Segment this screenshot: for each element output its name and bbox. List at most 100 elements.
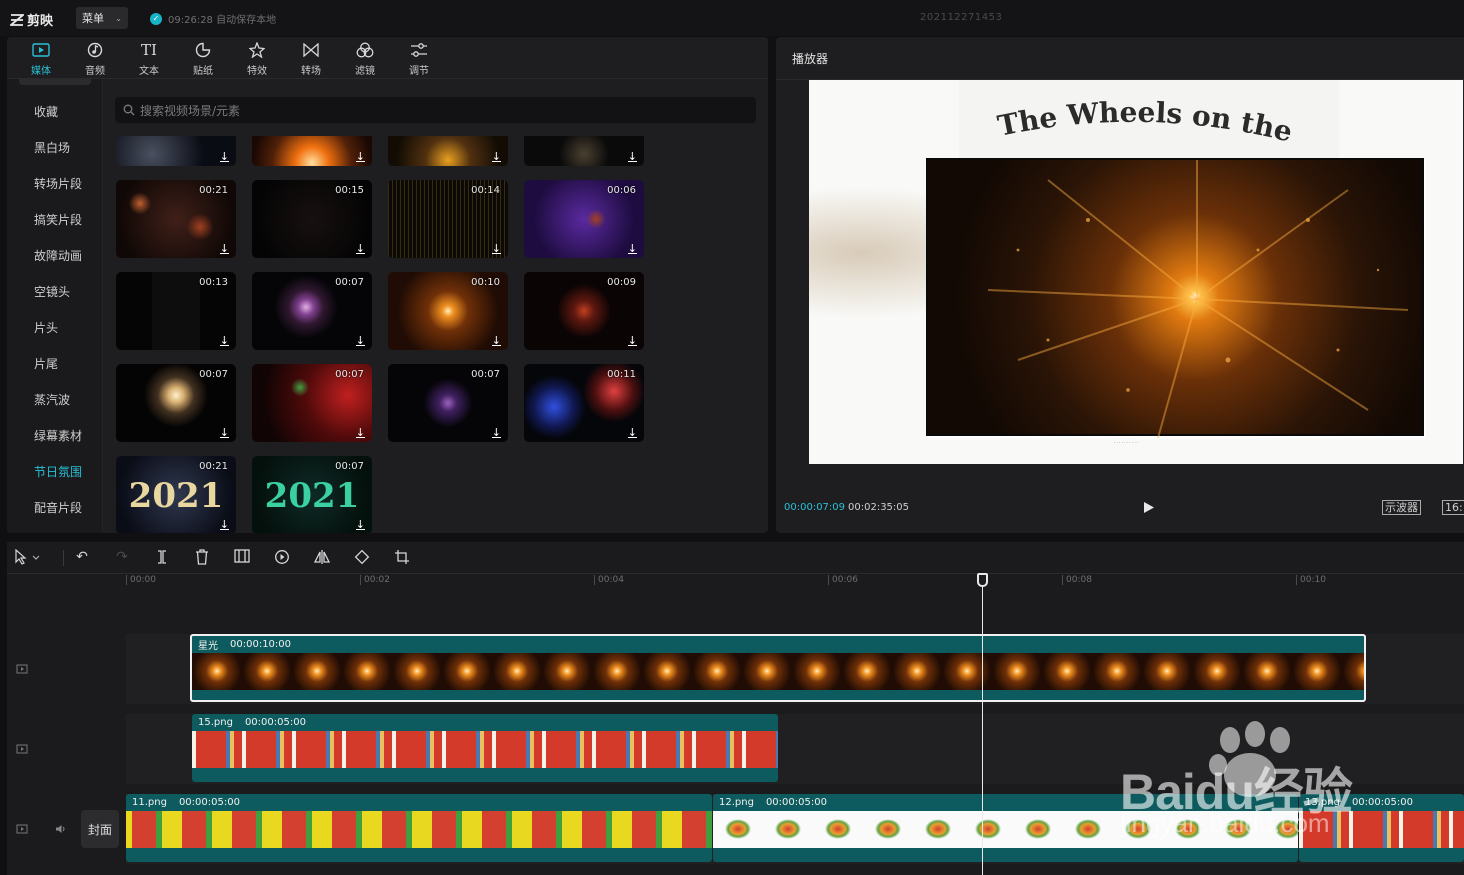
scope-button[interactable]: 示波器 (1382, 500, 1421, 515)
thumbnail-text: 2021 (128, 476, 224, 516)
download-icon[interactable]: ↓ (628, 151, 637, 162)
autosave-status: ✓ 09:26:28 自动保存本地 (150, 11, 276, 26)
timeline-clip[interactable]: 15.png 00:00:05:00 (192, 714, 778, 782)
media-thumbnail[interactable]: 00:07 ↓ (116, 364, 236, 442)
mirror-button[interactable] (312, 549, 332, 569)
media-thumbnail[interactable]: ↓ (524, 136, 644, 166)
book-small-print: · · · · · · · · · · (1114, 440, 1139, 445)
duration-label: 00:09 (607, 277, 636, 288)
download-icon[interactable]: ↓ (220, 243, 229, 254)
clip-duration: 00:00:05:00 (178, 797, 240, 808)
media-thumbnail[interactable]: 00:07 ↓ (252, 364, 372, 442)
duration-label: 00:21 (199, 185, 228, 196)
clip-thumbnail-strip (126, 811, 712, 848)
player-panel: 播放器 The Wheels on the Bus (776, 37, 1464, 533)
redo-icon: ↷ (116, 549, 128, 565)
select-tool-button[interactable] (13, 548, 53, 569)
timeline-ruler[interactable]: 00:00 00:02 00:04 00:06 00:08 00:10 (126, 574, 1464, 596)
ruler-tick-label: 00:02 (360, 575, 390, 585)
media-thumbnail[interactable]: ↓ (252, 136, 372, 166)
timeline-clip[interactable]: 星光 00:00:10:00 (190, 634, 1366, 702)
title-bar: 剪映 菜单 ⌄ ✓ 09:26:28 自动保存本地 202112271453 (0, 0, 1464, 36)
aspect-ratio-button[interactable]: 16: (1442, 500, 1464, 515)
track-visibility-toggle[interactable] (16, 823, 28, 837)
split-button[interactable] (152, 549, 172, 569)
media-thumbnail[interactable]: 00:21 ↓ (116, 180, 236, 258)
media-thumbnail[interactable]: 00:14 ↓ (388, 180, 508, 258)
clip-name: 15.png (198, 717, 233, 728)
media-thumbnail[interactable]: 2021 00:07 ↓ (252, 456, 372, 533)
media-thumbnail[interactable]: 00:11 ↓ (524, 364, 644, 442)
cover-button[interactable]: 封面 (81, 810, 119, 848)
download-icon[interactable]: ↓ (492, 151, 501, 162)
undo-icon: ↶ (76, 549, 88, 565)
media-thumbnail[interactable]: ↓ (388, 136, 508, 166)
mirror-icon (313, 550, 331, 564)
duration-label: 00:07 (335, 461, 364, 472)
download-icon[interactable]: ↓ (356, 427, 365, 438)
preview-viewport[interactable]: The Wheels on the Bus (809, 80, 1463, 464)
mute-button[interactable] (55, 823, 67, 837)
video-track-icon (16, 824, 28, 834)
svg-text:The Wheels on the Bus: The Wheels on the Bus (994, 94, 1304, 151)
play-button[interactable] (1143, 501, 1155, 518)
download-icon[interactable]: ↓ (628, 335, 637, 346)
rotate-button[interactable] (352, 549, 372, 569)
download-icon[interactable]: ↓ (220, 151, 229, 162)
timecode-total: 00:02:35:05 (848, 502, 910, 513)
freeze-frame-icon (234, 549, 250, 563)
check-icon: ✓ (150, 12, 162, 25)
download-icon[interactable]: ↓ (220, 335, 229, 346)
book-title: The Wheels on the Bus (994, 94, 1304, 151)
clip-header: 11.png 00:00:05:00 (126, 794, 712, 811)
freeze-button[interactable] (232, 549, 252, 567)
download-icon[interactable]: ↓ (220, 519, 229, 530)
clip-header: 15.png 00:00:05:00 (192, 714, 778, 731)
download-icon[interactable]: ↓ (628, 243, 637, 254)
timeline-clip[interactable]: 11.png 00:00:05:00 (126, 794, 712, 862)
download-icon[interactable]: ↓ (492, 427, 501, 438)
download-icon[interactable]: ↓ (492, 243, 501, 254)
media-thumbnail[interactable]: ↓ (116, 136, 236, 166)
watermark-url: jingyan.baidu.com (1120, 808, 1330, 838)
track-visibility-toggle[interactable] (16, 663, 28, 677)
crop-icon (395, 550, 409, 564)
download-icon[interactable]: ↓ (628, 427, 637, 438)
capcut-logo-icon (10, 13, 24, 26)
speaker-icon (56, 825, 65, 833)
media-thumbnail[interactable]: 00:13 ↓ (116, 272, 236, 350)
clip-thumbnail-strip (192, 653, 1364, 690)
media-thumbnail[interactable]: 00:09 ↓ (524, 272, 644, 350)
crop-button[interactable] (392, 549, 412, 569)
download-icon[interactable]: ↓ (220, 427, 229, 438)
star-video-frame (926, 158, 1424, 439)
duration-label: 00:07 (335, 369, 364, 380)
reverse-button[interactable] (272, 549, 292, 569)
download-icon[interactable]: ↓ (356, 243, 365, 254)
video-track-icon (16, 744, 28, 754)
playhead[interactable] (982, 573, 983, 875)
media-panel: 媒体 音频 TI 文本 贴纸 特效 转场 滤镜 调节 收藏 黑白场 转场片段 搞… (7, 37, 768, 533)
media-thumbnail[interactable]: 00:10 ↓ (388, 272, 508, 350)
delete-button[interactable] (192, 549, 212, 569)
media-thumbnail[interactable]: 2021 00:21 ↓ (116, 456, 236, 533)
play-icon (1144, 502, 1154, 513)
media-thumbnail[interactable]: 00:07 ↓ (252, 272, 372, 350)
redo-button[interactable]: ↷ (112, 549, 132, 565)
playhead-handle[interactable] (977, 573, 988, 587)
track-visibility-toggle[interactable] (16, 743, 28, 757)
menu-button[interactable]: 菜单 ⌄ (76, 7, 128, 29)
download-icon[interactable]: ↓ (356, 335, 365, 346)
media-thumbnail[interactable]: 00:06 ↓ (524, 180, 644, 258)
thumbnail-text: 2021 (264, 476, 360, 516)
download-icon[interactable]: ↓ (492, 335, 501, 346)
media-thumbnail[interactable]: 00:07 ↓ (388, 364, 508, 442)
download-icon[interactable]: ↓ (356, 151, 365, 162)
undo-button[interactable]: ↶ (72, 549, 92, 565)
ruler-tick-label: 00:06 (828, 575, 858, 585)
download-icon[interactable]: ↓ (356, 519, 365, 530)
ruler-tick-label: 00:00 (126, 575, 156, 585)
media-thumbnail[interactable]: 00:15 ↓ (252, 180, 372, 258)
duration-label: 00:10 (471, 277, 500, 288)
cursor-icon (15, 548, 40, 565)
